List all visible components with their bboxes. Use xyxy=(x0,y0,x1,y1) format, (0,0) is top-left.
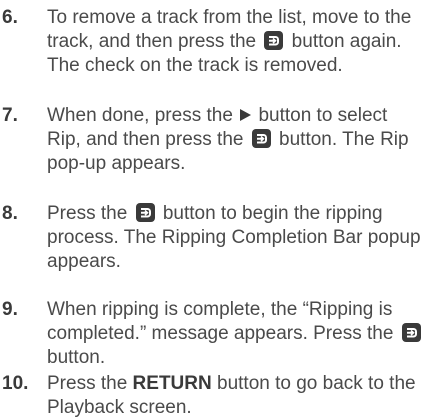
step-number: 10. xyxy=(2,373,29,394)
step-line: process. The Ripping Completion Bar popu… xyxy=(47,226,443,250)
text-run: Playback screen. xyxy=(47,397,192,418)
text-run: button to begin the ripping xyxy=(157,203,383,224)
step-number: 6. xyxy=(2,7,18,28)
instruction-page: 6. To remove a track from the list, move … xyxy=(0,0,446,418)
step-text: When ripping is complete, the “Ripping i… xyxy=(47,298,443,370)
step-number: 7. xyxy=(2,105,18,126)
text-run: pop-up appears. xyxy=(47,153,186,174)
step-line: pop-up appears. xyxy=(47,152,443,176)
step-line: Press the RETURN button to go back to th… xyxy=(47,372,443,396)
text-run: Press the xyxy=(47,373,133,394)
text-run: button. xyxy=(47,347,106,368)
step-line: When done, press the button to select xyxy=(47,104,443,128)
text-run: button to select xyxy=(253,105,388,126)
step-line: Rip, and then press the button. The Rip xyxy=(47,128,443,152)
step-line: Playback screen. xyxy=(47,396,443,420)
step-line: Press the button to begin the ripping xyxy=(47,202,443,226)
step-number: 9. xyxy=(2,299,18,320)
step-line: To remove a track from the list, move to… xyxy=(47,6,443,30)
step-text: Press the button to begin the ripping pro… xyxy=(47,202,443,274)
text-run: appears. xyxy=(47,251,121,272)
text-run: Rip, and then press the xyxy=(47,129,249,150)
text-run: button again. xyxy=(286,31,402,52)
step-line: When ripping is complete, the “Ripping i… xyxy=(47,298,443,322)
enter-button-icon xyxy=(264,31,284,50)
text-run: When ripping is complete, the “Ripping i… xyxy=(47,299,393,320)
text-run: To remove a track from the list, move to… xyxy=(47,7,412,28)
enter-button-icon xyxy=(251,129,271,148)
step-line: appears. xyxy=(47,250,443,274)
step-line: The check on the track is removed. xyxy=(47,54,443,78)
text-run: Press the xyxy=(47,203,133,224)
enter-button-icon xyxy=(135,203,155,222)
play-button-icon xyxy=(240,109,252,121)
step-text: Press the RETURN button to go back to th… xyxy=(47,372,443,420)
text-run: completed.” message appears. Press the xyxy=(47,323,399,344)
text-run: process. The Ripping Completion Bar popu… xyxy=(47,227,421,248)
text-run: track, and then press the xyxy=(47,31,262,52)
step-number: 8. xyxy=(2,203,18,224)
step-text: When done, press the button to select Rip… xyxy=(47,104,443,176)
step-line: track, and then press the button again. xyxy=(47,30,443,54)
return-button-label: RETURN xyxy=(132,373,212,394)
enter-button-icon xyxy=(401,323,421,342)
step-line: completed.” message appears. Press the xyxy=(47,322,443,346)
text-run: The check on the track is removed. xyxy=(47,55,343,76)
text-run: button. The Rip xyxy=(273,129,409,150)
step-line: button. xyxy=(47,346,443,370)
text-run: button to go back to the xyxy=(211,373,416,394)
step-text: To remove a track from the list, move to… xyxy=(47,6,443,78)
text-run: When done, press the xyxy=(47,105,239,126)
